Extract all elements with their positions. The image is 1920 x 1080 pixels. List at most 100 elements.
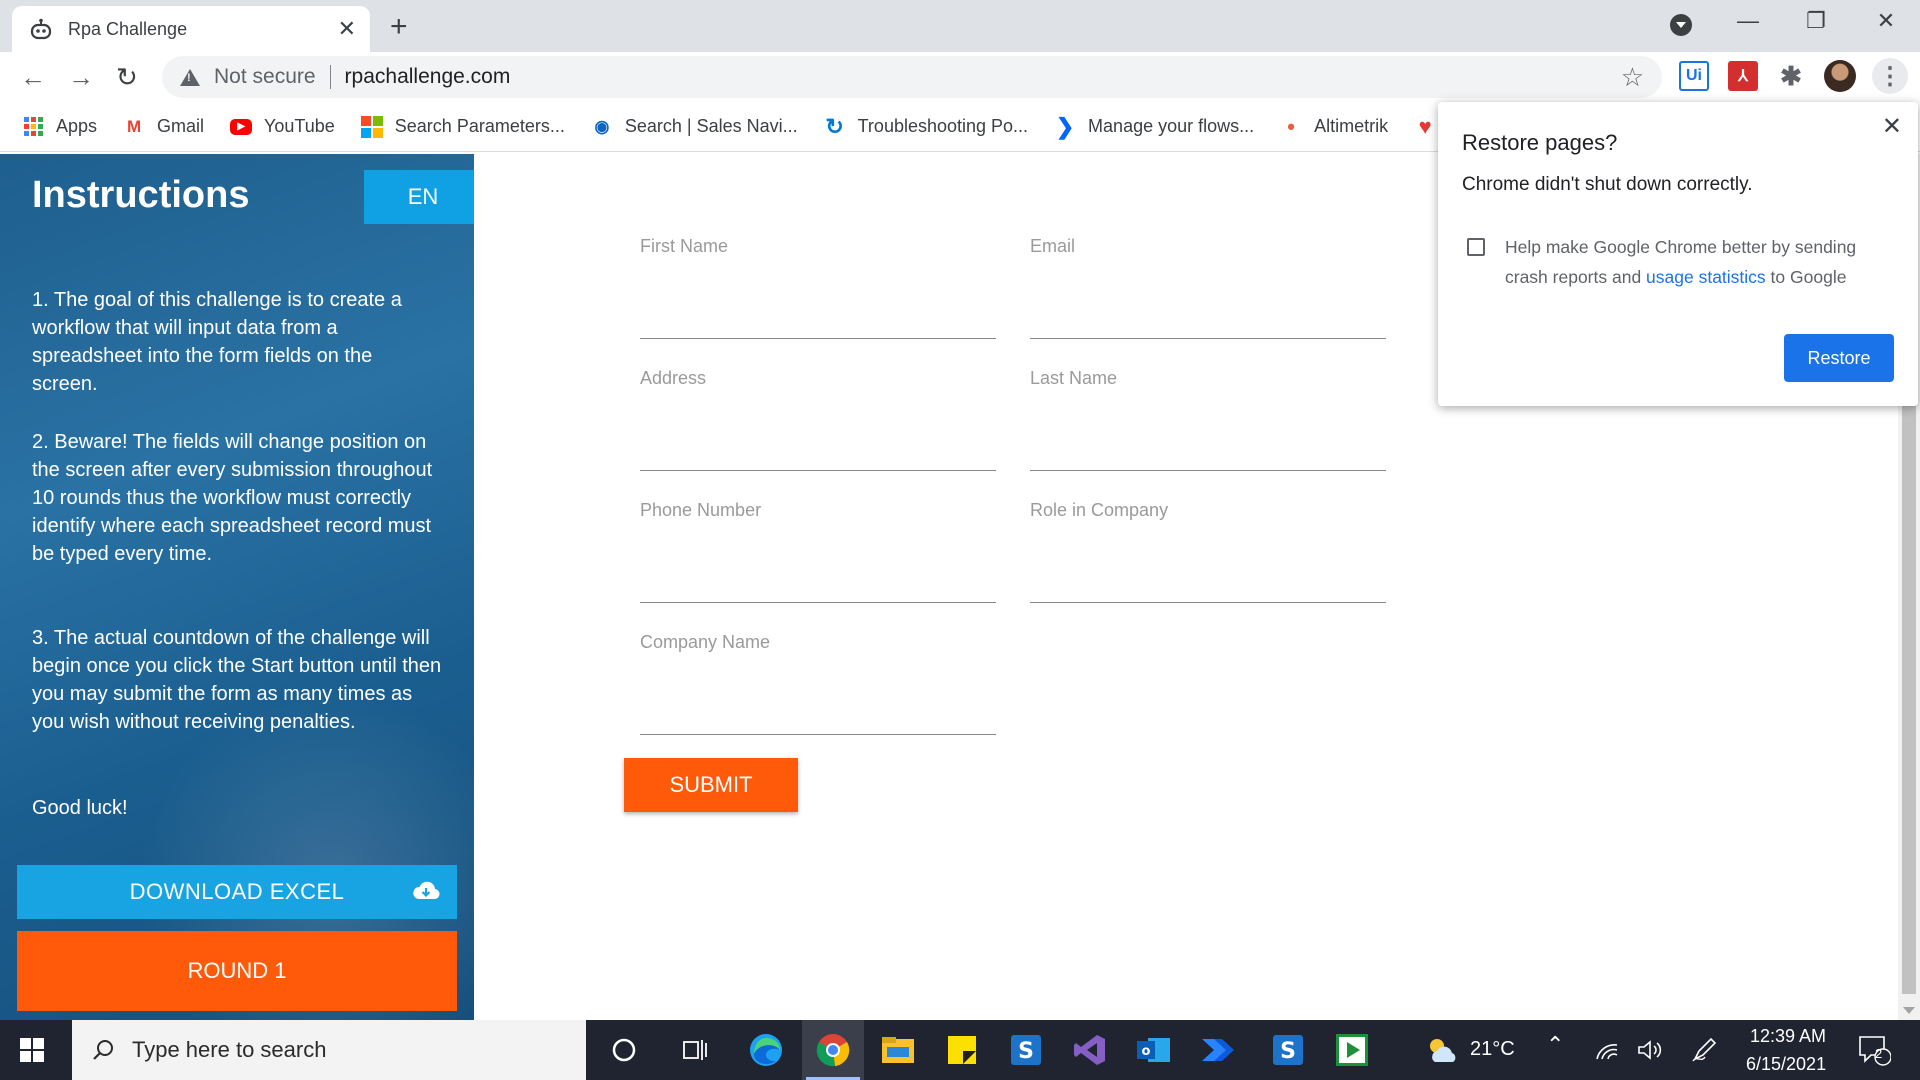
windows-logo-icon (360, 115, 383, 138)
clock-time[interactable]: 12:39 AM (1750, 1026, 1826, 1047)
new-tab-button[interactable]: + (390, 10, 408, 44)
clock-date[interactable]: 6/15/2021 (1746, 1054, 1826, 1075)
action-center-icon[interactable]: 2 (1854, 1032, 1894, 1068)
acrobat-extension-icon[interactable]: ⅄ (1728, 61, 1758, 91)
dialog-message: Chrome didn't shut down correctly. (1462, 174, 1753, 195)
weather-temperature[interactable]: 21°C (1470, 1038, 1515, 1061)
instructions-title: Instructions (32, 174, 250, 216)
edge-browser-icon[interactable] (748, 1032, 784, 1068)
bookmark-troubleshooting[interactable]: ↻ Troubleshooting Po... (824, 114, 1028, 139)
wifi-icon[interactable] (1594, 1032, 1620, 1068)
good-luck-text: Good luck! (32, 797, 128, 819)
scroll-down-arrow-icon[interactable] (1903, 1007, 1915, 1014)
tab-search-icon[interactable] (1670, 14, 1692, 36)
bookmark-star-icon[interactable]: ☆ (1621, 62, 1644, 93)
reload-button[interactable]: ↻ (116, 62, 138, 93)
bookmark-apps[interactable]: Apps (22, 116, 97, 138)
bookmark-label: Altimetrik (1314, 116, 1389, 136)
omnibox-divider (329, 65, 331, 89)
pen-ink-icon[interactable] (1690, 1032, 1718, 1068)
instruction-paragraph-3: 3. The actual countdown of the challenge… (32, 627, 442, 733)
task-view-icon[interactable] (676, 1032, 712, 1068)
language-button[interactable]: EN (364, 170, 474, 224)
download-excel-button[interactable]: DOWNLOAD EXCEL (17, 865, 457, 919)
visual-studio-icon[interactable] (1072, 1032, 1108, 1068)
address-input[interactable] (640, 423, 996, 471)
tab-close-icon[interactable]: ✕ (338, 16, 356, 42)
browser-tab-rpa-challenge[interactable]: Rpa Challenge ✕ (12, 6, 370, 52)
dialog-close-icon[interactable]: ✕ (1882, 112, 1902, 141)
scrollbar-thumb[interactable] (1902, 404, 1916, 994)
windows-taskbar: Type here to search S o S 21°C ⌃ 12:39 A… (0, 1020, 1920, 1080)
bookmark-label: Search | Sales Navi... (624, 116, 798, 136)
minimize-button[interactable]: — (1728, 8, 1768, 34)
robot-icon (30, 18, 52, 40)
uipath-extension-icon[interactable]: Ui (1679, 61, 1709, 91)
last-name-input[interactable] (1030, 423, 1386, 471)
submit-button[interactable]: SUBMIT (624, 758, 798, 812)
file-explorer-icon[interactable] (880, 1032, 916, 1068)
restore-button[interactable]: Restore (1784, 334, 1894, 382)
crash-reports-checkbox[interactable] (1467, 238, 1485, 256)
svg-text:S: S (1018, 1039, 1034, 1064)
cortana-icon[interactable] (606, 1032, 642, 1068)
sticky-notes-icon[interactable] (944, 1032, 980, 1068)
bookmark-manage-flows[interactable]: ❯ Manage your flows... (1054, 113, 1255, 139)
usage-statistics-link[interactable]: usage statistics (1646, 267, 1766, 287)
svg-text:o: o (1142, 1044, 1151, 1059)
bookmark-search-parameters[interactable]: Search Parameters... (360, 115, 565, 138)
close-window-button[interactable]: ✕ (1866, 8, 1906, 34)
round-indicator-button[interactable]: ROUND 1 (17, 931, 457, 1011)
crash-reports-text: Help make Google Chrome better by sendin… (1505, 232, 1895, 292)
first-name-field: First Name (640, 236, 996, 339)
phone-number-field: Phone Number (640, 500, 996, 603)
restore-window-button[interactable]: ❐ (1796, 8, 1836, 34)
bookmark-label: Gmail (157, 116, 205, 136)
power-automate-icon: ❯ (1055, 113, 1075, 139)
email-label: Email (1030, 236, 1076, 256)
url-text[interactable]: rpachallenge.com (345, 65, 511, 89)
help-text-after: to Google (1765, 267, 1847, 287)
extensions-puzzle-icon[interactable]: ✱ (1776, 61, 1806, 91)
chrome-browser-icon[interactable] (802, 1020, 864, 1080)
role-in-company-input[interactable] (1030, 555, 1386, 603)
dialog-title: Restore pages? (1462, 130, 1618, 155)
media-player-icon[interactable] (1334, 1032, 1370, 1068)
role-in-company-label: Role in Company (1030, 500, 1169, 520)
search-placeholder: Type here to search (132, 1037, 327, 1062)
speaker-icon[interactable] (1636, 1032, 1666, 1068)
bookmark-altimetrik[interactable]: • Altimetrik (1280, 114, 1389, 139)
notification-count-badge: 2 (1875, 1046, 1883, 1061)
email-input[interactable] (1030, 291, 1386, 339)
windows-start-icon[interactable] (20, 1038, 44, 1062)
weather-cloud-icon[interactable] (1424, 1032, 1460, 1068)
bookmark-gmail[interactable]: M Gmail (123, 116, 204, 138)
bookmark-label: Apps (56, 116, 98, 136)
chevron-up-icon[interactable]: ⌃ (1546, 1032, 1564, 1058)
company-name-input[interactable] (640, 687, 996, 735)
back-button[interactable]: ← (20, 62, 46, 93)
address-bar[interactable]: Not secure rpachallenge.com ☆ (162, 56, 1662, 98)
svg-text:S: S (1280, 1039, 1296, 1064)
sharepoint-s-icon-2[interactable]: S (1270, 1032, 1306, 1068)
power-automate-icon[interactable] (1200, 1032, 1236, 1068)
apps-grid-icon (22, 116, 44, 138)
instruction-paragraph-1: 1. The goal of this challenge is to crea… (32, 289, 402, 395)
bookmark-label: Manage your flows... (1088, 116, 1255, 136)
profile-avatar[interactable] (1824, 60, 1856, 92)
heart-icon: ♥ (1418, 113, 1432, 139)
phone-number-label: Phone Number (640, 500, 762, 520)
bookmark-youtube[interactable]: ▶ YouTube (230, 116, 335, 137)
first-name-input[interactable] (640, 291, 996, 339)
taskbar-search-box[interactable]: Type here to search (72, 1020, 586, 1080)
role-in-company-field: Role in Company (1030, 500, 1386, 603)
security-label[interactable]: Not secure (214, 65, 316, 89)
chrome-menu-icon[interactable]: ⋮ (1872, 58, 1908, 94)
bookmark-sales-navigator[interactable]: ◉ Search | Sales Navi... (591, 116, 798, 138)
forward-button[interactable]: → (68, 62, 94, 93)
phone-number-input[interactable] (640, 555, 996, 603)
last-name-label: Last Name (1030, 368, 1118, 388)
warning-icon[interactable] (180, 68, 200, 86)
sharepoint-s-icon[interactable]: S (1008, 1032, 1044, 1068)
outlook-icon[interactable]: o (1136, 1032, 1172, 1068)
